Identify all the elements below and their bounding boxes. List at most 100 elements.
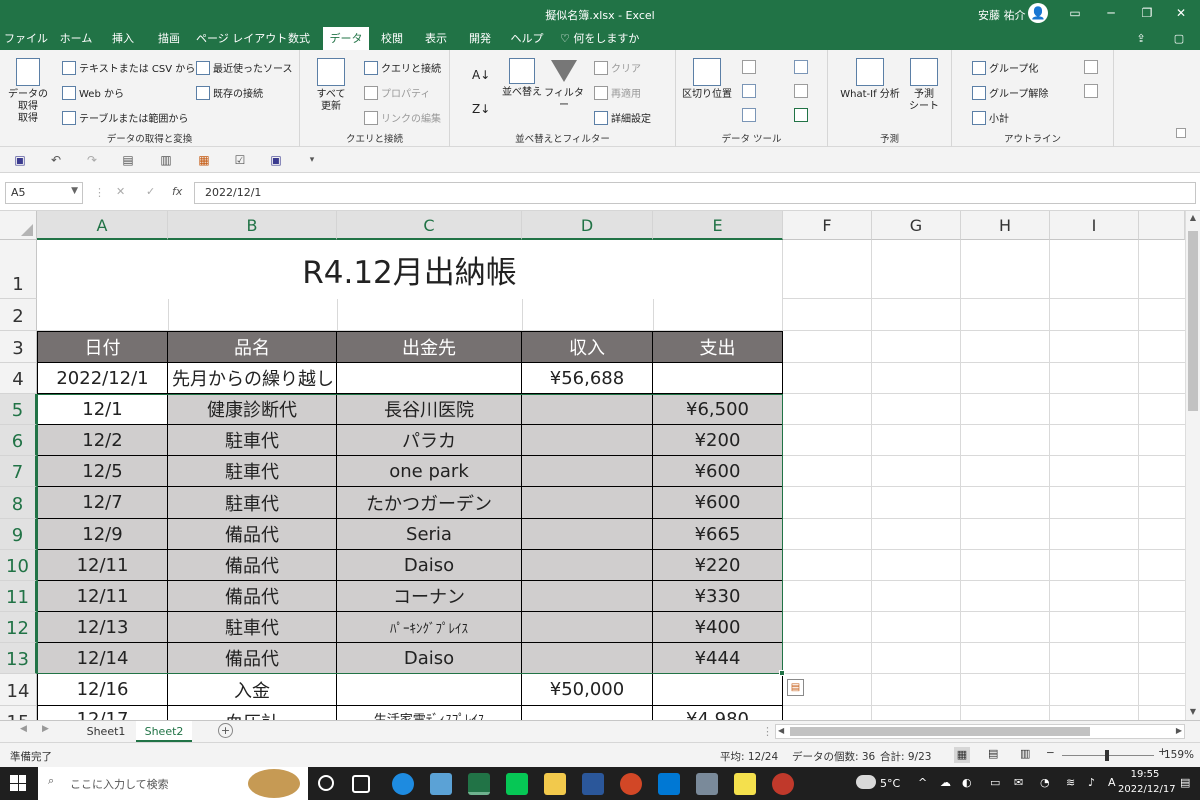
subtotal-button[interactable]: 小計 <box>972 110 1009 125</box>
paste-values-icon[interactable]: ▦ <box>196 152 212 168</box>
row-header-10[interactable]: 10 <box>0 550 37 581</box>
header-cell-date[interactable]: 日付 <box>37 331 168 363</box>
header-cell-item[interactable]: 品名 <box>168 331 337 363</box>
tab-home[interactable]: ホーム <box>56 27 96 50</box>
tab-view[interactable]: 表示 <box>418 27 454 50</box>
cell-date[interactable]: 12/11 <box>37 581 168 612</box>
sheet-tab-2[interactable]: Sheet2 <box>136 721 192 742</box>
zoom-slider[interactable] <box>1062 750 1154 761</box>
cell-payee[interactable]: パラカ <box>337 425 522 456</box>
next-sheet-icon[interactable]: ▶ <box>42 724 49 734</box>
name-box[interactable]: A5 ▼ <box>5 182 83 204</box>
app-icon[interactable] <box>772 773 794 795</box>
edge-icon[interactable] <box>392 773 414 795</box>
cell-date[interactable]: 12/11 <box>37 550 168 581</box>
header-cell-income[interactable]: 収入 <box>522 331 653 363</box>
properties-button[interactable]: プロパティ <box>364 85 430 100</box>
cell-income[interactable] <box>522 612 653 643</box>
status-sum[interactable]: 合計: 9/23 <box>880 749 931 764</box>
text-to-columns-button[interactable]: 区切り位置 <box>680 58 734 101</box>
queries-connections-button[interactable]: クエリと接続 <box>364 60 441 75</box>
consolidate-icon[interactable] <box>794 60 808 74</box>
existing-connections-button[interactable]: 既存の接続 <box>196 85 263 100</box>
sort-button[interactable]: 並べ替え <box>502 58 542 99</box>
sort-desc-button[interactable]: Z↓ <box>472 102 490 116</box>
cell-date[interactable]: 12/17 <box>37 706 168 720</box>
print-preview-icon[interactable]: ▥ <box>158 152 174 168</box>
row-header-3[interactable]: 3 <box>0 331 37 363</box>
tab-developer[interactable]: 開発 <box>462 27 498 50</box>
row-header-15[interactable]: 15 <box>0 706 37 720</box>
cell-payee[interactable]: たかつガーデン <box>337 487 522 519</box>
tab-draw[interactable]: 描画 <box>150 27 188 50</box>
add-sheet-icon[interactable]: + <box>218 723 233 738</box>
cell-date[interactable]: 12/1 <box>37 394 168 425</box>
avatar[interactable]: 👤 <box>1028 3 1048 23</box>
tab-page-layout[interactable]: ページ レイアウト <box>196 27 287 50</box>
data-validation-icon[interactable] <box>742 108 756 122</box>
zoom-out-icon[interactable]: − <box>1046 747 1055 759</box>
cell-item[interactable]: 駐車代 <box>168 487 337 519</box>
cell-date[interactable]: 12/14 <box>37 643 168 674</box>
cell-payee[interactable]: ﾊﾟｰｷﾝｸﾞﾌﾟﾚｲｽ <box>337 612 522 643</box>
cell-date[interactable]: 12/13 <box>37 612 168 643</box>
header-cell-payee[interactable]: 出金先 <box>337 331 522 363</box>
notification-icon[interactable]: ▤ <box>1180 776 1190 789</box>
restore-icon[interactable]: ❐ <box>1136 3 1158 23</box>
cell-item[interactable]: 備品代 <box>168 643 337 674</box>
row-header-11[interactable]: 11 <box>0 581 37 612</box>
taskbar-search[interactable]: ⌕ ここに入力して検索 <box>38 767 308 800</box>
monitor-icon[interactable]: ▭ <box>990 776 1000 789</box>
form-icon[interactable]: ▤ <box>120 152 136 168</box>
cell-expense[interactable]: ¥400 <box>653 612 783 643</box>
row-header-14[interactable]: 14 <box>0 674 37 706</box>
cortana-icon[interactable] <box>318 775 334 791</box>
insert-function-icon[interactable]: fx <box>172 185 182 198</box>
ungroup-button[interactable]: グループ解除 <box>972 85 1048 100</box>
scroll-right-icon[interactable]: ▶ <box>1176 726 1182 735</box>
name-box-dropdown-icon[interactable]: ▼ <box>71 186 78 196</box>
cell-expense[interactable]: ¥600 <box>653 487 783 519</box>
redo-icon[interactable]: ↷ <box>84 152 100 168</box>
edit-links-button[interactable]: リンクの編集 <box>364 110 441 125</box>
scroll-left-icon[interactable]: ◀ <box>778 726 784 735</box>
save-icon[interactable]: ▣ <box>12 152 28 168</box>
cell-income[interactable]: ¥56,688 <box>522 363 653 394</box>
normal-view-icon[interactable]: ▦ <box>954 747 970 763</box>
clock-time[interactable]: 19:55 <box>1122 769 1168 780</box>
show-detail-icon[interactable] <box>1084 60 1098 74</box>
collapse-ribbon-icon[interactable] <box>1176 128 1186 138</box>
col-header-j[interactable] <box>1139 211 1185 240</box>
cell-income[interactable] <box>522 581 653 612</box>
col-header-h[interactable]: H <box>961 211 1050 240</box>
prev-sheet-icon[interactable]: ◀ <box>20 724 27 734</box>
col-header-f[interactable]: F <box>783 211 872 240</box>
enter-icon[interactable]: ✓ <box>146 185 155 198</box>
zoom-thumb[interactable] <box>1105 750 1109 761</box>
cell-item[interactable]: 健康診断代 <box>168 394 337 425</box>
cell-date[interactable]: 2022/12/1 <box>37 363 168 394</box>
cell-payee[interactable]: one park <box>337 456 522 487</box>
cell-payee[interactable]: 長谷川医院 <box>337 394 522 425</box>
col-header-g[interactable]: G <box>872 211 961 240</box>
cell-payee[interactable]: Daiso <box>337 550 522 581</box>
scroll-thumb[interactable] <box>1188 231 1198 411</box>
text-csv-button[interactable]: テキストまたは CSV から <box>62 60 195 75</box>
cell-payee[interactable]: Seria <box>337 519 522 550</box>
ime-indicator[interactable]: A <box>1108 776 1116 789</box>
sticky-notes-icon[interactable] <box>734 773 756 795</box>
group-button[interactable]: グループ化 <box>972 60 1038 75</box>
word-icon[interactable] <box>582 773 604 795</box>
forecast-sheet-button[interactable]: 予測 シート <box>904 58 944 113</box>
file-explorer-icon[interactable] <box>544 773 566 795</box>
whatif-button[interactable]: What-If 分析 <box>836 58 904 101</box>
flash-fill-icon[interactable] <box>742 60 756 74</box>
page-break-view-icon[interactable]: ▥ <box>1020 747 1030 760</box>
cell-expense[interactable] <box>653 674 783 706</box>
reapply-button[interactable]: 再適用 <box>594 85 641 100</box>
col-header-a[interactable]: A <box>37 211 168 240</box>
cell-item[interactable]: 先月からの繰り越し <box>168 363 337 394</box>
cell-item[interactable]: 血圧計 <box>168 706 337 720</box>
cell-item[interactable]: 備品代 <box>168 550 337 581</box>
undo-icon[interactable]: ↶ <box>48 152 64 168</box>
